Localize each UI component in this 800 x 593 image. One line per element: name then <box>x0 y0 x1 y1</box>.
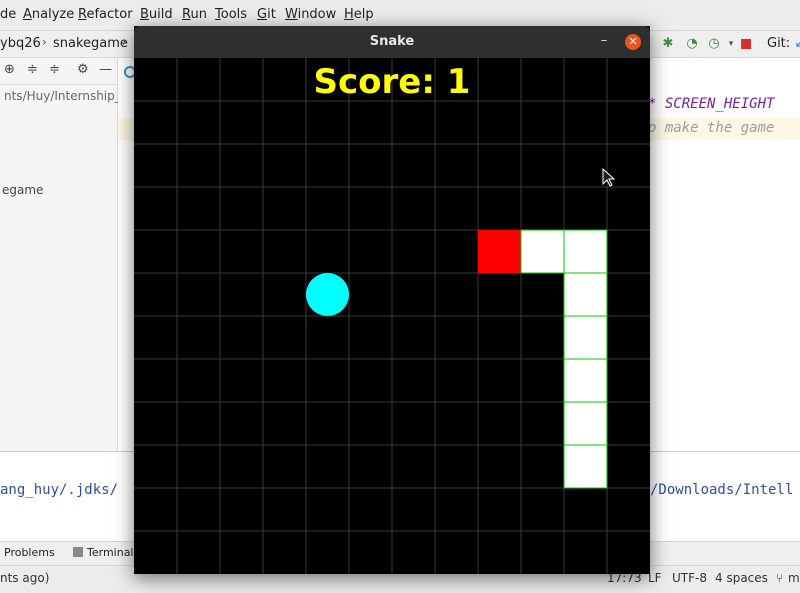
snake-segment <box>563 315 608 360</box>
chevron-down-icon[interactable]: ▾ <box>723 36 739 52</box>
menu-build[interactable]: Build <box>140 7 173 22</box>
collapse-all-icon[interactable]: ≑ <box>49 62 60 77</box>
menu-analyze[interactable]: Analyze <box>23 7 74 22</box>
coverage-icon[interactable]: ◔ <box>684 36 700 52</box>
snake-segment <box>563 358 608 403</box>
code-comment: o make the game <box>648 120 775 136</box>
score-label: Score: <box>313 62 435 102</box>
breadcrumb-module[interactable]: snakegame <box>53 36 128 51</box>
project-toolbar: ⊕ ≑ ≑ ⚙ — <box>0 58 117 85</box>
menu-help[interactable]: Help <box>344 7 374 22</box>
gear-icon[interactable]: ⚙ <box>77 62 89 77</box>
menu-git[interactable]: Git <box>257 7 276 22</box>
console-text-right: /Downloads/Intell <box>650 482 794 498</box>
tab-terminal[interactable]: Terminal <box>73 546 134 559</box>
menu-run[interactable]: Run <box>182 7 207 22</box>
expand-all-icon[interactable]: ≑ <box>27 62 38 77</box>
project-path: nts/Huy/Internship_ <box>4 89 121 103</box>
game-board[interactable] <box>134 58 650 574</box>
git-label: Git: <box>767 36 791 51</box>
project-tree-node[interactable]: egame <box>2 183 43 197</box>
git-branch[interactable]: m <box>788 571 800 585</box>
menu-refactor[interactable]: Refactor <box>78 7 133 22</box>
tab-problems-label: Problems <box>4 546 55 559</box>
status-message: nts ago) <box>0 571 50 585</box>
score-display: Score: 1 <box>134 62 650 102</box>
close-button[interactable]: ✕ <box>625 34 641 50</box>
tab-terminal-label: Terminal <box>87 546 134 559</box>
console-text-left: ang_huy/.jdks/ <box>0 482 119 498</box>
chevron-right-icon: › <box>42 35 47 49</box>
menu-code[interactable]: de <box>0 7 16 22</box>
menu-tools[interactable]: Tools <box>215 7 247 22</box>
snake-segment <box>563 401 608 446</box>
chevron-right-icon: › <box>122 35 127 49</box>
menu-window[interactable]: Window <box>285 7 336 22</box>
debug-icon[interactable]: ✱ <box>660 36 676 52</box>
hide-icon[interactable]: — <box>99 62 112 77</box>
terminal-icon <box>73 547 83 557</box>
minimize-button[interactable]: – <box>598 34 610 48</box>
snake-segment <box>520 229 565 274</box>
breadcrumb-project[interactable]: ybq26 <box>0 36 41 51</box>
file-encoding[interactable]: UTF-8 <box>672 571 707 585</box>
locate-icon[interactable]: ⊕ <box>4 62 15 77</box>
code-text: * SCREEN_HEIGHT <box>648 96 775 112</box>
profile-icon[interactable]: ◷ <box>706 36 722 52</box>
git-update-icon[interactable]: ↙ <box>792 36 800 52</box>
project-tool-window: ⊕ ≑ ≑ ⚙ — nts/Huy/Internship_ egame <box>0 58 121 451</box>
stop-icon[interactable] <box>738 36 754 52</box>
window-title: Snake <box>369 34 415 49</box>
code-line: * SCREEN_HEIGHT <box>648 96 774 112</box>
window-titlebar[interactable]: Snake – ✕ <box>134 26 650 58</box>
snake-head <box>478 230 521 273</box>
mouse-cursor-icon <box>602 168 616 187</box>
git-branch-icon[interactable]: ⑂ <box>776 571 783 585</box>
food-pellet <box>306 273 349 316</box>
snake-segment <box>563 229 608 274</box>
snake-segment <box>563 444 608 489</box>
tab-problems[interactable]: Problems <box>4 546 55 559</box>
score-value: 1 <box>446 62 471 102</box>
snake-segment <box>563 272 608 317</box>
line-separator[interactable]: LF <box>648 571 662 585</box>
snake-window: Snake – ✕ Score: 1 <box>134 26 650 574</box>
indent-setting[interactable]: 4 spaces <box>715 571 768 585</box>
